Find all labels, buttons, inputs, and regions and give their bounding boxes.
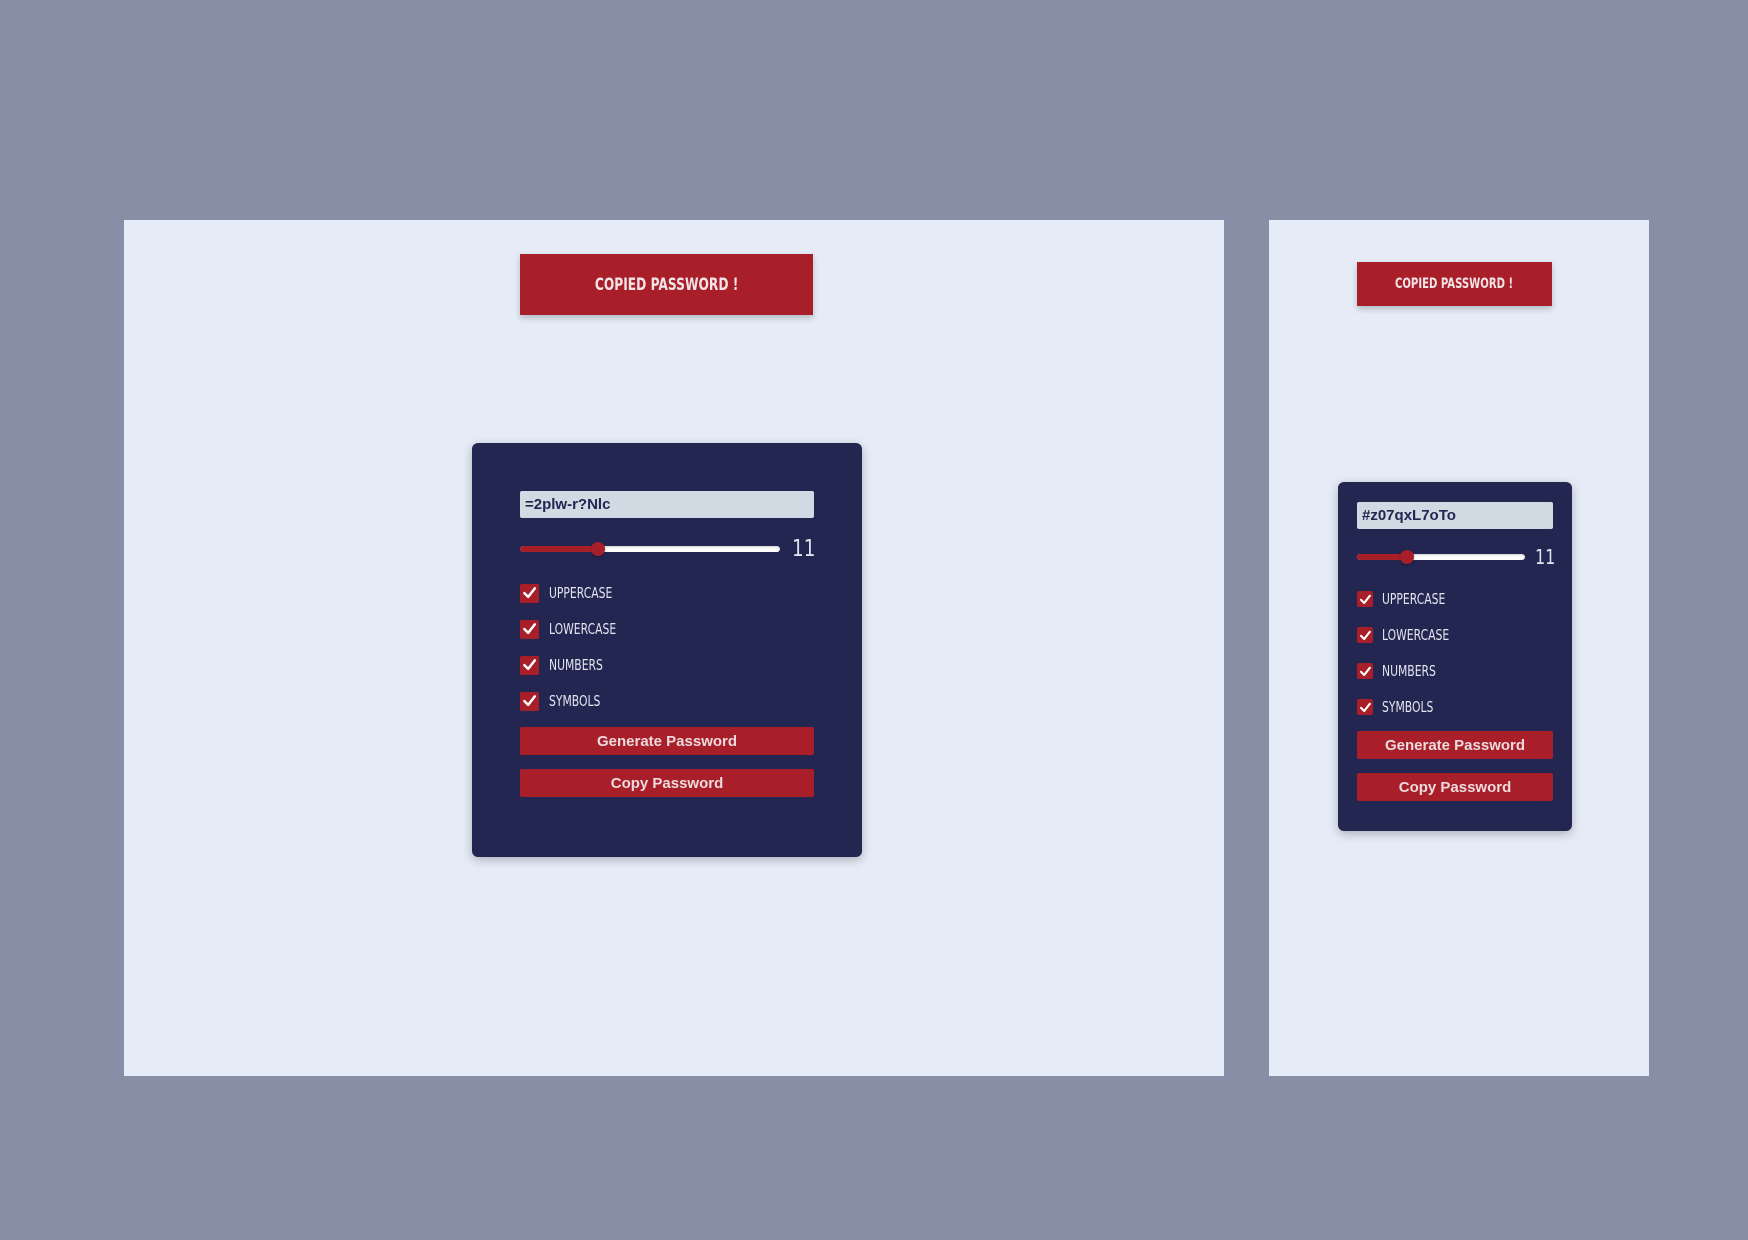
options-list: Uppercase Lowercase Numbers xyxy=(520,575,814,719)
uppercase-label: Uppercase xyxy=(1382,590,1446,608)
length-slider-thumb[interactable] xyxy=(591,542,605,556)
option-symbols[interactable]: Symbols xyxy=(1357,689,1553,725)
check-icon xyxy=(523,623,536,635)
symbols-checkbox[interactable] xyxy=(520,691,539,711)
generate-password-button[interactable]: Generate Password xyxy=(520,727,814,755)
copied-toast: Copied Password ! xyxy=(1357,262,1552,306)
desktop-preview: Copied Password ! 11 Uppercase xyxy=(124,220,1224,1076)
lowercase-label: Lowercase xyxy=(1382,626,1450,644)
lowercase-checkbox[interactable] xyxy=(1357,627,1373,643)
password-generator-card: 11 Uppercase Lowercase xyxy=(1338,482,1572,831)
check-icon xyxy=(1359,630,1371,640)
toast-text: Copied Password ! xyxy=(1395,276,1514,292)
numbers-checkbox[interactable] xyxy=(1357,663,1373,679)
password-output-field[interactable] xyxy=(520,491,814,518)
length-slider-row: 11 xyxy=(1357,543,1556,571)
options-list: Uppercase Lowercase Numbers xyxy=(1357,581,1553,725)
symbols-label: Symbols xyxy=(1382,698,1434,716)
length-slider-fill xyxy=(520,546,598,552)
uppercase-label: Uppercase xyxy=(549,584,613,602)
check-icon xyxy=(523,587,536,599)
check-icon xyxy=(1359,594,1371,604)
length-slider[interactable] xyxy=(520,542,780,556)
option-numbers[interactable]: Numbers xyxy=(1357,653,1553,689)
generate-password-button[interactable]: Generate Password xyxy=(1357,731,1553,759)
option-uppercase[interactable]: Uppercase xyxy=(1357,581,1553,617)
option-numbers[interactable]: Numbers xyxy=(520,647,814,683)
length-slider-thumb[interactable] xyxy=(1400,550,1415,564)
numbers-label: Numbers xyxy=(549,656,603,674)
password-generator-card: 11 Uppercase Lowercase xyxy=(472,443,862,857)
lowercase-label: Lowercase xyxy=(549,620,617,638)
option-lowercase[interactable]: Lowercase xyxy=(1357,617,1553,653)
password-output-field[interactable] xyxy=(1357,502,1553,529)
copy-password-button[interactable]: Copy Password xyxy=(1357,773,1553,801)
option-uppercase[interactable]: Uppercase xyxy=(520,575,814,611)
length-value: 11 xyxy=(1535,545,1556,569)
check-icon xyxy=(1359,666,1371,676)
numbers-label: Numbers xyxy=(1382,662,1436,680)
check-icon xyxy=(1359,702,1371,712)
toast-text: Copied Password ! xyxy=(594,274,739,295)
option-symbols[interactable]: Symbols xyxy=(520,683,814,719)
length-value: 11 xyxy=(792,536,816,562)
uppercase-checkbox[interactable] xyxy=(1357,591,1373,607)
copied-toast: Copied Password ! xyxy=(520,254,813,315)
option-lowercase[interactable]: Lowercase xyxy=(520,611,814,647)
check-icon xyxy=(523,695,536,707)
length-slider-row: 11 xyxy=(520,535,816,563)
symbols-checkbox[interactable] xyxy=(1357,699,1373,715)
check-icon xyxy=(523,659,536,671)
length-slider[interactable] xyxy=(1357,550,1525,564)
mobile-preview: Copied Password ! 11 Uppercase xyxy=(1269,220,1649,1076)
copy-password-button[interactable]: Copy Password xyxy=(520,769,814,797)
lowercase-checkbox[interactable] xyxy=(520,619,539,639)
numbers-checkbox[interactable] xyxy=(520,655,539,675)
uppercase-checkbox[interactable] xyxy=(520,583,539,603)
symbols-label: Symbols xyxy=(549,692,601,710)
